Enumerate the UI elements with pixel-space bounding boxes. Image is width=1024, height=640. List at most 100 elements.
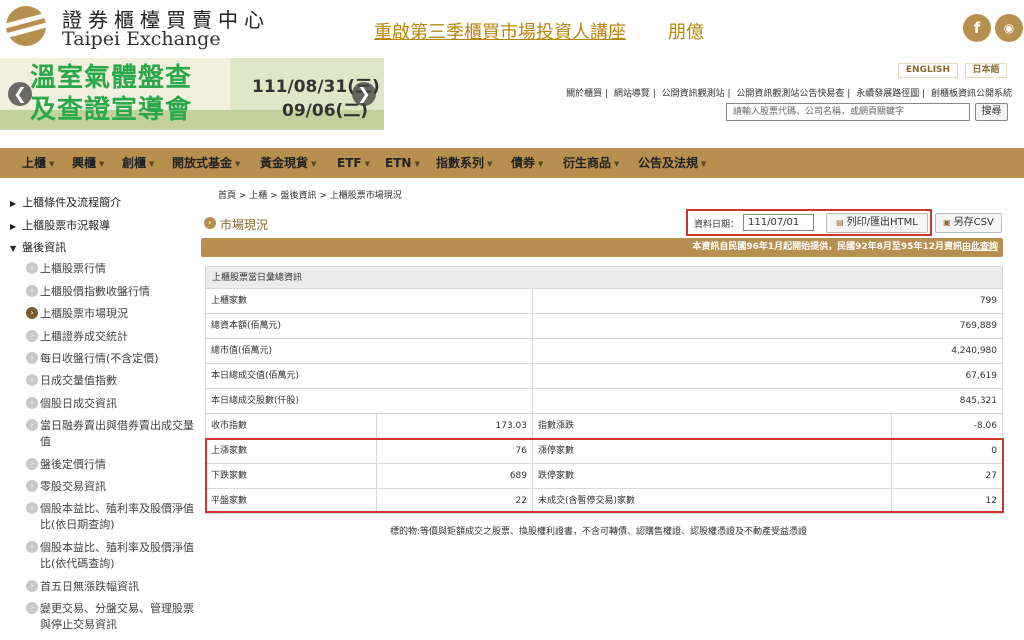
chevron-right-icon: › <box>26 285 38 297</box>
nav-funds[interactable]: 開放式基金 ▼ <box>172 148 240 178</box>
notice-bar: 本資訊自民國96年1月起開始提供，民國92年8月至95年12月資訊由此查詢 <box>201 238 1003 257</box>
nav-gisa[interactable]: 創櫃 ▼ <box>122 148 154 178</box>
promo-banner[interactable]: 溫室氣體盤查 及查證宣導會 111/08/31(三) 09/06(二) ❮ ❯ <box>0 58 384 130</box>
banner-next-arrow-icon[interactable]: ❯ <box>352 82 376 106</box>
top-link-about[interactable]: 關於櫃買 <box>566 89 602 99</box>
table-title: 上櫃股票當日彙總資訊 <box>205 266 1003 289</box>
chevron-right-icon: › <box>26 307 38 319</box>
headline-company-link[interactable]: 朋億 <box>668 18 704 44</box>
nav-emerging[interactable]: 興櫃 ▼ <box>72 148 104 178</box>
facebook-icon[interactable]: f <box>963 14 991 42</box>
chevron-right-icon: › <box>26 580 38 592</box>
nav-regulations[interactable]: 公告及法規 ▼ <box>638 148 706 178</box>
banner-prev-arrow-icon[interactable]: ❮ <box>8 82 32 106</box>
lang-english-button[interactable]: ENGLISH <box>898 63 958 78</box>
caret-down-icon: ▼ <box>99 159 105 168</box>
date-input[interactable]: 111/07/01 <box>743 214 814 231</box>
tpex-logo-icon[interactable] <box>6 6 46 46</box>
table-row: 本日總成交股數(仟股) 845,321 <box>205 389 1003 414</box>
chevron-right-icon: › <box>26 419 38 431</box>
sidebar-subitem[interactable]: › 盤後定價行情 <box>26 457 200 473</box>
caret-down-icon: ▼ <box>614 159 620 168</box>
save-csv-button[interactable]: ▣ 另存CSV <box>935 213 1002 233</box>
triangle-right-icon: ▶ <box>10 199 17 208</box>
caret-down-icon: ▼ <box>414 159 420 168</box>
sidebar-subitem[interactable]: › 變更交易、分盤交易、管理股票與停止交易資訊 <box>26 601 200 633</box>
sidebar-subitem[interactable]: › 每日收盤行情(不含定價) <box>26 351 200 367</box>
nav-etf[interactable]: ETF ▼ <box>337 148 370 178</box>
rss-icon[interactable]: ◉ <box>995 14 1023 42</box>
chevron-right-icon: › <box>26 352 38 364</box>
chevron-right-icon: › <box>26 458 38 470</box>
table-row: 本日總成交值(佰萬元) 67,619 <box>205 364 1003 389</box>
triangle-right-icon: ▶ <box>10 222 17 231</box>
top-link-gisa[interactable]: 創櫃板資訊公開系統 <box>931 89 1012 99</box>
sidebar-subitem[interactable]: › 個股日成交資訊 <box>26 396 200 412</box>
table-row: 收市指數 173.03 指數漲跌 -8.06 <box>205 414 1003 439</box>
caret-down-icon: ▼ <box>487 159 493 168</box>
nav-derivatives[interactable]: 衍生商品 ▼ <box>563 148 619 178</box>
logo-english-name[interactable]: Taipei Exchange <box>62 28 221 50</box>
nav-gold[interactable]: 黃金現貨 ▼ <box>260 148 316 178</box>
sidebar-subitem[interactable]: › 日成交量值指數 <box>26 373 200 389</box>
footnote: 標的物:等價與鉅額成交之股票、換股權利證書，不含可轉債、認購售權證、認股權憑證及… <box>390 527 808 537</box>
caret-down-icon: ▼ <box>311 159 317 168</box>
table-row: 總市值(佰萬元) 4,240,980 <box>205 339 1003 364</box>
caret-down-icon: ▼ <box>364 159 370 168</box>
chevron-right-icon: › <box>26 602 38 614</box>
breadcrumb[interactable]: 首頁 > 上櫃 > 盤後資訊 > 上櫃股票市場現況 <box>218 188 402 201</box>
date-label: 資料日期： <box>694 220 740 230</box>
sidebar-subitem[interactable]: › 當日融券賣出與借券賣出成交量值 <box>26 418 200 450</box>
lang-japanese-button[interactable]: 日本語 <box>965 63 1007 78</box>
chevron-right-icon: › <box>26 541 38 553</box>
table-row: 上櫃家數 799 <box>205 289 1003 314</box>
top-link-sustainability[interactable]: 永續發展路徑圖 <box>856 89 919 99</box>
chevron-right-icon: › <box>26 262 38 274</box>
save-icon: ▣ <box>943 218 951 227</box>
table-row: 上漲家數 76 漲停家數 0 <box>205 439 1003 464</box>
sidebar-subitem[interactable]: › 首五日無漲跌幅資訊 <box>26 579 200 595</box>
print-export-button[interactable]: ▤ 列印/匯出HTML <box>826 213 928 233</box>
chevron-right-icon: › <box>26 502 38 514</box>
nav-otc[interactable]: 上櫃 ▼ <box>22 148 54 178</box>
history-query-link[interactable]: 由此查詢 <box>962 242 998 252</box>
sidebar-subitem[interactable]: › 零股交易資訊 <box>26 479 200 495</box>
sidebar-subitem[interactable]: › 個股本益比、殖利率及股價淨值比(依代碼查詢) <box>26 540 200 572</box>
chevron-right-icon: › <box>204 217 216 229</box>
caret-down-icon: ▼ <box>49 159 55 168</box>
caret-down-icon: ▼ <box>538 159 544 168</box>
sidebar-item-listing-process[interactable]: ▶ 上櫃條件及流程簡介 <box>10 194 121 210</box>
chevron-right-icon: › <box>26 480 38 492</box>
main-nav: 上櫃 ▼ 興櫃 ▼ 創櫃 ▼ 開放式基金 ▼ 黃金現貨 ▼ ETF ▼ ETN ▼ 指數系列 ▼… <box>0 148 1024 178</box>
sidebar-subitem[interactable]: › 上櫃股票行情 <box>26 261 200 277</box>
sidebar-subitem[interactable]: › 個股本益比、殖利率及股價淨值比(依日期查詢) <box>26 501 200 533</box>
top-link-mops[interactable]: 公開資訊觀測站 <box>662 89 725 99</box>
triangle-down-icon: ▼ <box>10 244 17 253</box>
search-input[interactable]: 請輸入股票代碼、公司名稱，或網頁關鍵字 <box>726 103 970 121</box>
printer-icon: ▤ <box>836 218 844 227</box>
sidebar-item-after-hours[interactable]: ▼ 盤後資訊 <box>10 239 66 255</box>
page-title: 市場現況 <box>220 218 269 232</box>
top-links: 關於櫃買 | 網站導覽 | 公開資訊觀測站 | 公開資訊觀測站公告快易查 | 永… <box>566 89 1012 99</box>
nav-etn[interactable]: ETN ▼ <box>385 148 420 178</box>
banner-title: 溫室氣體盤查 及查證宣導會 <box>30 63 193 125</box>
sidebar-subitem[interactable]: › 上櫃股價指數收盤行情 <box>26 284 200 300</box>
chevron-right-icon: › <box>26 397 38 409</box>
caret-down-icon: ▼ <box>149 159 155 168</box>
nav-bonds[interactable]: 債券 ▼ <box>511 148 543 178</box>
table-row: 平盤家數 22 未成交(含暫停交易)家數 12 <box>205 489 1003 514</box>
table-row: 總資本額(佰萬元) 769,889 <box>205 314 1003 339</box>
caret-down-icon: ▼ <box>701 159 707 168</box>
chevron-right-icon: › <box>26 330 38 342</box>
sidebar-subitem[interactable]: › 上櫃證券成交統計 <box>26 329 200 345</box>
sidebar-item-market-report[interactable]: ▶ 上櫃股票市況報導 <box>10 217 110 233</box>
top-link-sitemap[interactable]: 網站導覽 <box>614 89 650 99</box>
top-link-mops-announcement[interactable]: 公開資訊觀測站公告快易查 <box>736 89 844 99</box>
header: 證券櫃檯買賣中心 Taipei Exchange 重啟第三季櫃買市場投資人講座 … <box>0 0 1024 58</box>
headline-link[interactable]: 重啟第三季櫃買市場投資人講座 <box>374 18 626 44</box>
nav-index[interactable]: 指數系列 ▼ <box>436 148 492 178</box>
chevron-right-icon: › <box>26 374 38 386</box>
sidebar-subitem-active[interactable]: › 上櫃股票市場現況 <box>26 306 200 322</box>
caret-down-icon: ▼ <box>235 159 241 168</box>
search-button[interactable]: 搜尋 <box>975 103 1008 121</box>
